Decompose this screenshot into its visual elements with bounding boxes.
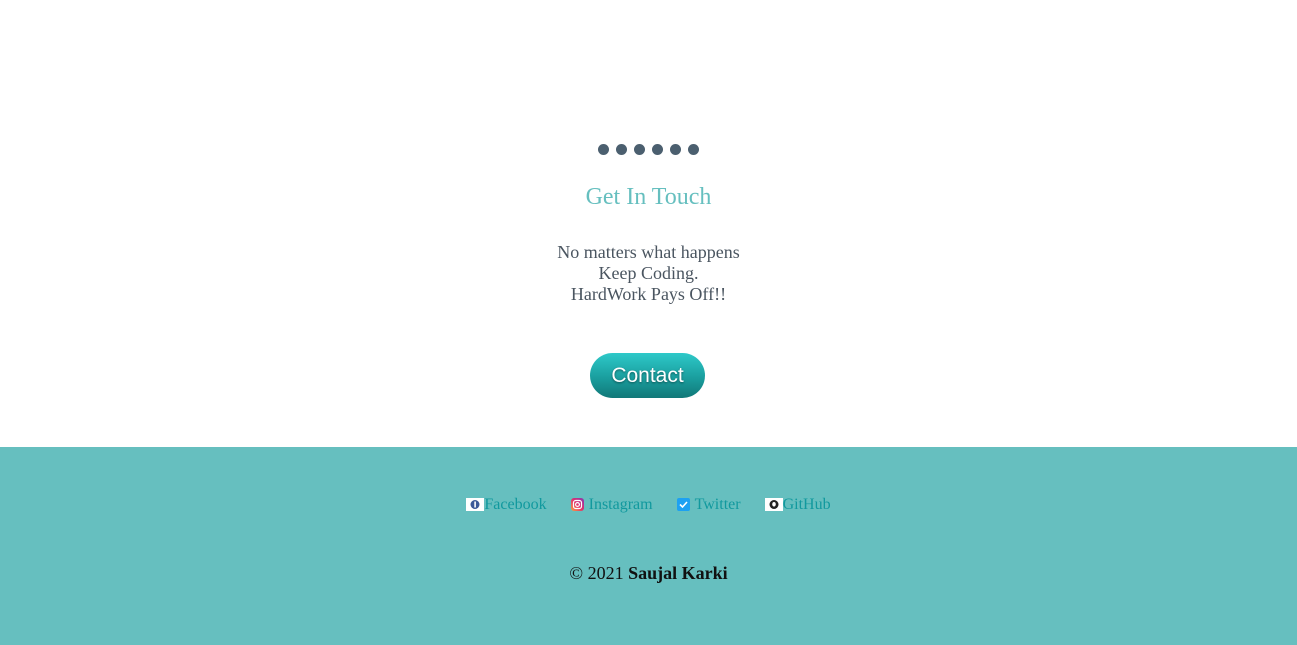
motto-line: No matters what happens: [557, 242, 740, 262]
facebook-link[interactable]: Facebook: [466, 496, 547, 514]
dot-icon: [598, 144, 609, 155]
copyright: © 2021 Saujal Karki: [0, 563, 1297, 584]
motto-line: Keep Coding.: [598, 263, 699, 283]
dot-icon: [670, 144, 681, 155]
instagram-link[interactable]: Instagram: [570, 496, 653, 514]
footer: Facebook Instagram Twitter GitHub © 2021…: [0, 447, 1297, 645]
social-links: Facebook Instagram Twitter GitHub: [0, 496, 1297, 514]
dot-icon: [616, 144, 627, 155]
dot-icon: [634, 144, 645, 155]
motto-line: HardWork Pays Off!!: [570, 284, 727, 304]
facebook-label: Facebook: [484, 496, 547, 513]
copyright-year: © 2021: [569, 563, 624, 583]
motto-text: No matters what happens Keep Coding. Har…: [0, 242, 1297, 305]
copyright-author: Saujal Karki: [628, 563, 728, 583]
contact-section: Get In Touch No matters what happens Kee…: [0, 0, 1297, 447]
section-title: Get In Touch: [585, 184, 712, 210]
github-label: GitHub: [782, 496, 831, 513]
twitter-label: Twitter: [694, 496, 741, 513]
facebook-icon: [466, 497, 485, 511]
twitter-link[interactable]: Twitter: [676, 496, 741, 514]
contact-button[interactable]: Contact: [590, 353, 705, 398]
dot-icon: [652, 144, 663, 155]
instagram-icon: [570, 497, 589, 511]
decorative-dots: [0, 144, 1297, 155]
github-link[interactable]: GitHub: [764, 496, 831, 514]
github-icon: [764, 497, 783, 511]
dot-icon: [688, 144, 699, 155]
instagram-label: Instagram: [588, 496, 653, 513]
twitter-icon: [676, 497, 695, 511]
